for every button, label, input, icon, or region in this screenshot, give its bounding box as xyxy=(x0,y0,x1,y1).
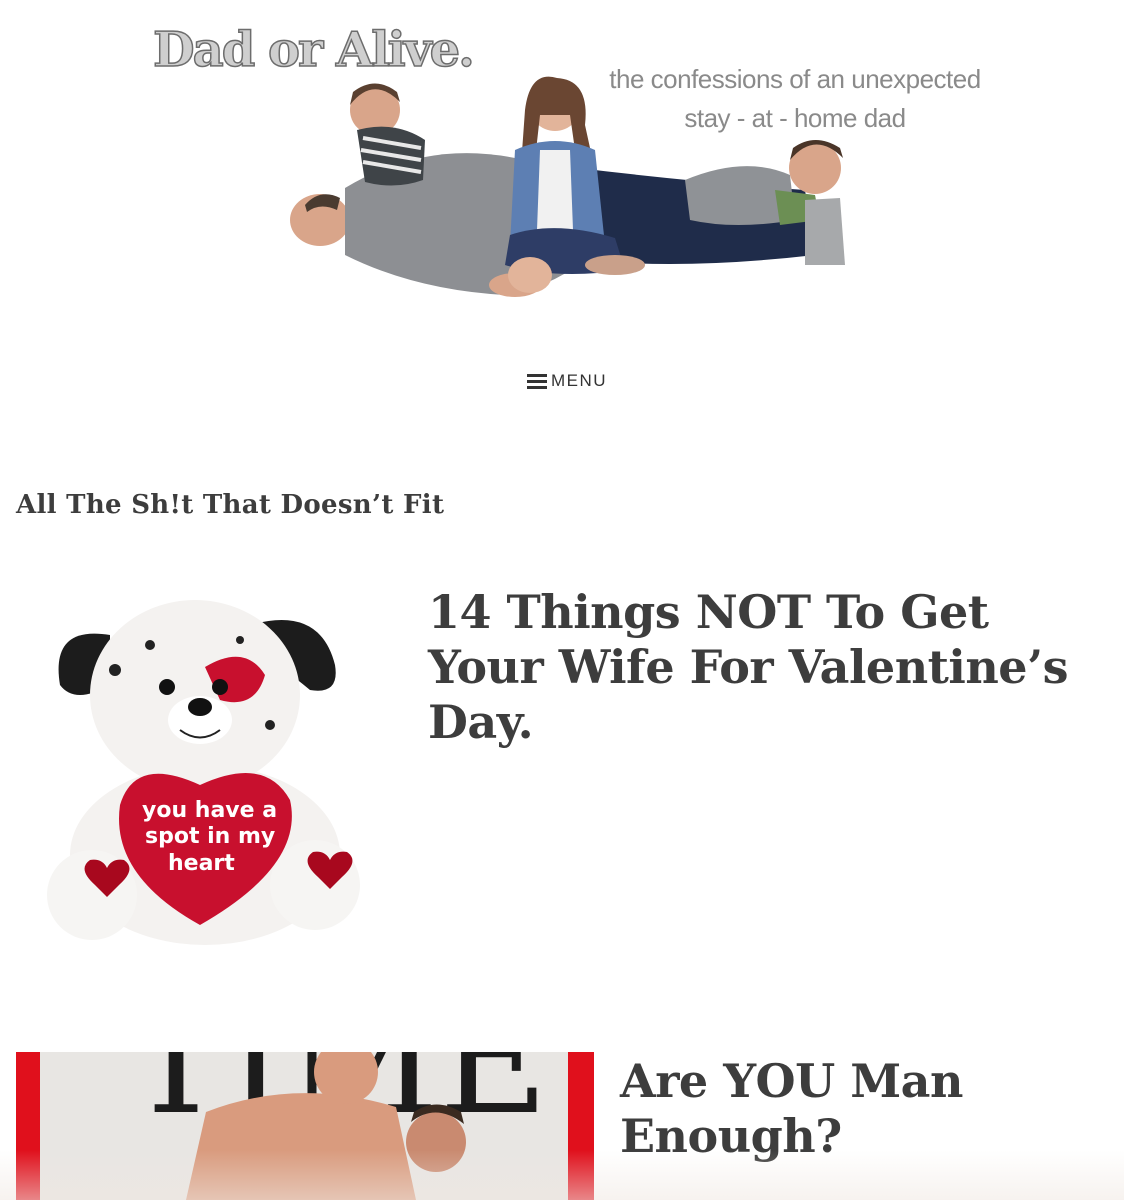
thumb-heart-line-3: heart xyxy=(168,851,235,876)
archive-title: All The Sh!t That Doesn’t Fit xyxy=(16,490,445,520)
family-photo xyxy=(290,76,845,297)
menu-toggle-button[interactable]: MENU xyxy=(527,368,607,394)
post-thumbnail-link[interactable]: you have a spot in my heart xyxy=(40,595,370,950)
thumb-heart-line-1: you have a xyxy=(142,798,277,823)
post-title-link[interactable]: Are YOU Man Enough? xyxy=(620,1054,1100,1164)
post-title-link[interactable]: 14 Things NOT To Get Your Wife For Valen… xyxy=(428,585,1118,751)
post-thumbnail-link[interactable]: TIME xyxy=(16,1052,594,1200)
teddy-bear-image: you have a spot in my heart xyxy=(47,600,360,945)
time-cover-image: TIME xyxy=(16,1052,594,1200)
thumb-heart-line-2: spot in my xyxy=(145,824,275,849)
hamburger-icon xyxy=(527,374,547,389)
site-title[interactable]: Dad or Alive. xyxy=(152,25,475,75)
menu-label: MENU xyxy=(551,371,608,390)
